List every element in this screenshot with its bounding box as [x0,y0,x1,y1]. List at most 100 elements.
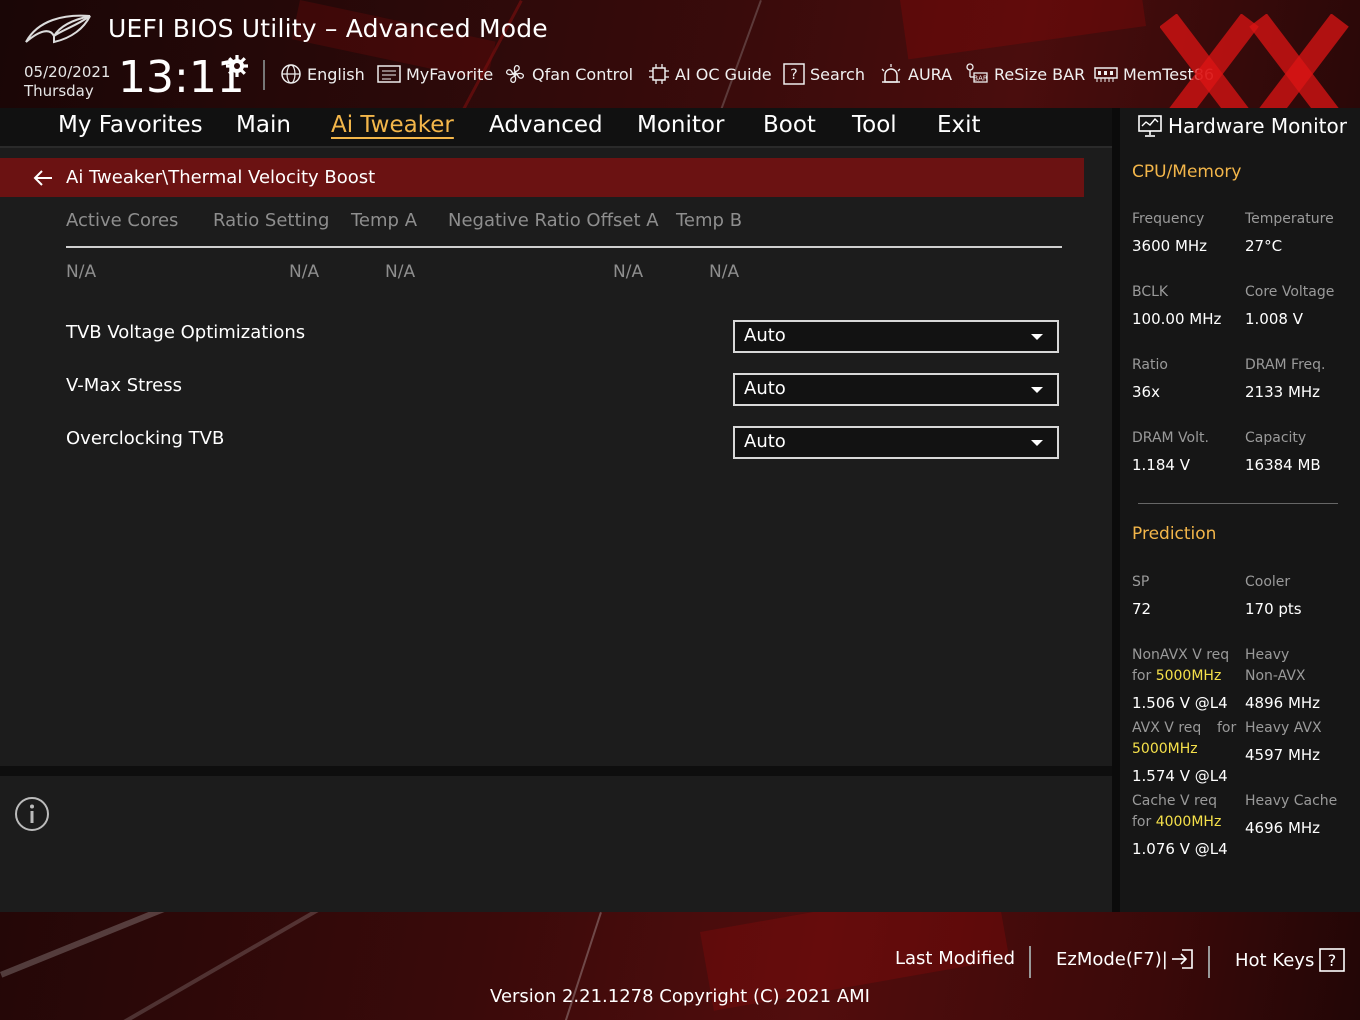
hw-label: NonAVX V req [1132,647,1230,663]
tool-myfavorite[interactable]: MyFavorite [377,62,493,86]
chip-icon [649,64,669,84]
hw-value: 4696 MHz [1245,819,1321,837]
tab-monitor[interactable]: Monitor [637,112,724,138]
gear-icon[interactable] [225,54,249,78]
hardware-monitor-label: Hardware Monitor [1168,114,1347,138]
hw-value: 1.184 V [1132,456,1190,474]
hw-label: BCLK [1132,284,1169,300]
hw-value: 4896 MHz [1245,694,1321,712]
tool-aura[interactable]: AURA [879,62,952,86]
tvb-voltage-optimizations-label: TVB Voltage Optimizations [66,322,306,343]
table-cell: N/A [709,262,740,282]
hw-label: Frequency [1132,211,1205,227]
hardware-monitor-panel: Hardware Monitor CPU/Memory Frequency 36… [1112,108,1360,912]
tab-main[interactable]: Main [236,112,291,138]
hw-label: Non-AVX [1245,668,1306,684]
hw-label: DRAM Volt. [1132,430,1209,446]
hw-label: Cache V req [1132,793,1217,809]
table-header-divider [66,246,1062,248]
tool-qfan-control[interactable]: Qfan Control [503,62,633,86]
breadcrumb[interactable]: Ai Tweaker\Thermal Velocity Boost [0,158,1084,197]
ezmode-button[interactable]: EzMode(F7)| [1056,948,1194,970]
hw-label: Heavy AVX [1245,720,1322,736]
hw-value: 100.00 MHz [1132,310,1222,328]
svg-text:?: ? [1328,951,1337,970]
hw-value: 36x [1132,383,1160,401]
aura-light-icon [881,64,901,83]
tool-search[interactable]: ? Search [783,62,865,86]
hw-label: Ratio [1132,357,1168,373]
hw-label: Cooler [1245,574,1291,590]
tab-ai-tweaker[interactable]: Ai Tweaker [331,112,454,138]
column-header: Temp B [676,210,743,231]
last-modified-button[interactable]: Last Modified [895,948,1015,969]
hw-label: Heavy Cache [1245,793,1338,809]
hw-label: Heavy [1245,647,1290,663]
back-arrow-icon[interactable] [32,167,54,189]
tool-label: MyFavorite [406,64,494,84]
rog-logo-icon [25,14,91,44]
hw-frequency-highlight: 5000MHz [1132,741,1198,757]
tool-ai-oc-guide[interactable]: AI OC Guide [648,62,772,86]
tab-advanced[interactable]: Advanced [489,112,603,138]
svg-text:BAR: BAR [973,75,988,83]
tab-boot[interactable]: Boot [763,112,816,138]
hw-value: 3600 MHz [1132,237,1208,255]
select-value: Auto [744,325,786,346]
footer-divider [1208,946,1210,978]
hw-value: 27°C [1245,237,1283,255]
header-divider [263,60,265,90]
question-box-icon: ? [1319,948,1346,972]
hw-label: for 5000MHz [1132,666,1221,687]
app-title: UEFI BIOS Utility – Advanced Mode [108,14,548,43]
tool-english[interactable]: English [280,62,365,86]
footer-divider [1029,946,1031,978]
footer-bar: Last Modified EzMode(F7)| Hot Keys ? Ver… [0,912,1360,1020]
hw-label-part: for [1132,668,1152,684]
tool-label: Qfan Control [532,64,634,84]
hw-value: 72 [1132,600,1152,618]
version-text: Version 2.21.1278 Copyright (C) 2021 AMI [490,986,870,1007]
hw-value: 4597 MHz [1245,746,1321,764]
select-value: Auto [744,431,786,452]
svg-text:?: ? [790,67,797,83]
hw-label: Capacity [1245,430,1307,446]
tool-resize-bar[interactable]: BAR ReSize BAR [965,62,1085,86]
tool-label: AURA [908,64,953,84]
hw-label-part: for [1132,814,1152,830]
hw-divider [1138,503,1338,504]
help-panel [0,776,1112,912]
panel-divider [0,766,1112,776]
hw-value: 16384 MB [1245,456,1321,474]
select-value: Auto [744,378,786,399]
memory-icon [1094,67,1118,82]
hw-value: 1.076 V @L4 [1132,840,1228,858]
hw-label: for [1217,720,1237,736]
tab-exit[interactable]: Exit [937,112,981,138]
tab-tool[interactable]: Tool [852,112,897,138]
tool-label: ReSize BAR [994,64,1086,84]
exit-arrow-icon [1171,949,1193,969]
hw-label: SP [1132,574,1150,590]
hw-label: for 4000MHz [1132,812,1221,833]
hw-value: 2133 MHz [1245,383,1321,401]
table-cell: N/A [385,262,416,282]
hot-keys-button[interactable]: Hot Keys ? [1235,948,1346,972]
overclocking-tvb-select[interactable]: Auto [733,426,1059,459]
table-cell: N/A [613,262,644,282]
tab-my-favorites[interactable]: My Favorites [58,112,203,138]
main-nav: My Favorites Main Ai Tweaker Advanced Mo… [0,108,1112,148]
v-max-stress-select[interactable]: Auto [733,373,1059,406]
info-icon [15,797,49,831]
column-header: Ratio Setting [213,210,330,231]
hw-value: 1.008 V [1245,310,1303,328]
column-header: Active Cores [66,210,179,231]
hw-frequency-highlight: 5000MHz [1155,668,1222,684]
tvb-voltage-optimizations-select[interactable]: Auto [733,320,1059,353]
tool-label: AI OC Guide [675,64,772,84]
caret-down-icon [1031,387,1043,393]
weekday-display: Thursday [24,82,94,100]
hw-label: Temperature [1245,211,1334,227]
overclocking-tvb-label: Overclocking TVB [66,428,225,449]
globe-icon [281,64,301,84]
